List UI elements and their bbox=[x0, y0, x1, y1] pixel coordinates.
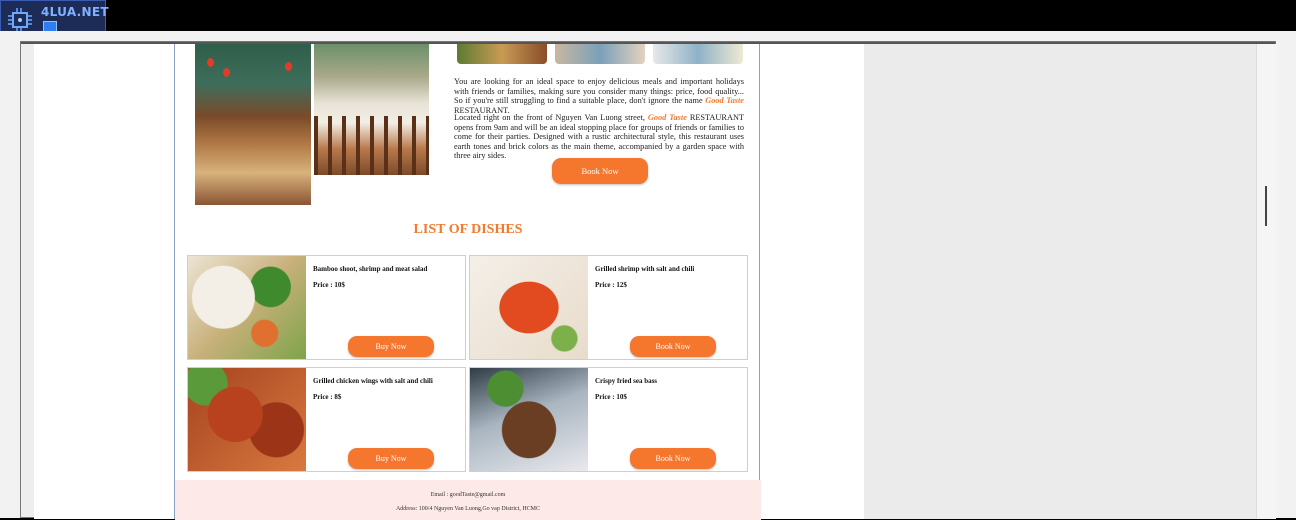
intro-text: You are looking for an ideal space to en… bbox=[454, 77, 744, 106]
page-footer: Email : goodTaste@gmail.com Address: 100… bbox=[175, 480, 761, 520]
scrollbar-track[interactable] bbox=[1256, 44, 1276, 519]
book-now-button[interactable]: Book Now bbox=[552, 158, 648, 184]
buy-now-button[interactable]: Buy Now bbox=[348, 448, 434, 469]
browser-window: You are looking for an ideal space to en… bbox=[20, 41, 1276, 520]
dishes-heading: LIST OF DISHES bbox=[413, 222, 523, 237]
dish-card: Grilled shrimp with salt and chili Price… bbox=[469, 255, 748, 360]
dish-image bbox=[188, 368, 306, 471]
intro-paragraph-1: You are looking for an ideal space to en… bbox=[454, 77, 744, 115]
food-thumbnail bbox=[457, 44, 547, 64]
lantern-shape bbox=[285, 62, 292, 71]
dish-price: Price : 10$ bbox=[313, 281, 345, 289]
lantern-shape bbox=[207, 58, 214, 67]
footer-email: Email : goodTaste@gmail.com bbox=[430, 492, 506, 498]
page-content: You are looking for an ideal space to en… bbox=[174, 44, 761, 520]
intro-text: Located right on the front of Nguyen Van… bbox=[454, 113, 648, 122]
watermark-text: 4LUA.NET bbox=[41, 5, 109, 19]
brand-name: Good Taste bbox=[705, 96, 744, 106]
food-thumbnail bbox=[555, 44, 645, 64]
dish-card: Bamboo shoot, shrimp and meat salad Pric… bbox=[187, 255, 466, 360]
dish-image bbox=[470, 368, 588, 471]
food-thumbnail bbox=[653, 44, 743, 64]
dish-image bbox=[188, 256, 306, 359]
scrollbar-thumb[interactable] bbox=[1265, 186, 1267, 226]
dish-price: Price : 10$ bbox=[595, 393, 627, 401]
top-black-strip bbox=[0, 0, 1296, 31]
lantern-shape bbox=[223, 68, 230, 77]
dish-name: Crispy fried sea bass bbox=[595, 377, 658, 385]
dish-image bbox=[470, 256, 588, 359]
right-empty-panel bbox=[864, 44, 1256, 519]
book-now-button[interactable]: Book Now bbox=[630, 336, 716, 357]
chairs-shape bbox=[314, 116, 429, 175]
book-now-button[interactable]: Book Now bbox=[630, 448, 716, 469]
dish-card: Crispy fried sea bass Price : 10$ Book N… bbox=[469, 367, 748, 472]
intro-paragraph-2: Located right on the front of Nguyen Van… bbox=[454, 113, 744, 161]
dish-name: Grilled shrimp with salt and chili bbox=[595, 265, 695, 273]
buy-now-button[interactable]: Buy Now bbox=[348, 336, 434, 357]
dish-name: Grilled chicken wings with salt and chil… bbox=[313, 377, 433, 385]
dish-card: Grilled chicken wings with salt and chil… bbox=[187, 367, 466, 472]
browser-frame: You are looking for an ideal space to en… bbox=[0, 31, 1296, 520]
restaurant-interior-photo-1 bbox=[195, 44, 311, 205]
footer-address: Address: 100/4 Nguyen Van Luong,Go vap D… bbox=[395, 506, 541, 512]
dish-price: Price : 12$ bbox=[595, 281, 627, 289]
dish-name: Bamboo shoot, shrimp and meat salad bbox=[313, 265, 428, 273]
web-page: You are looking for an ideal space to en… bbox=[34, 44, 864, 520]
dish-price: Price : 8$ bbox=[313, 393, 342, 401]
brand-name: Good Taste bbox=[647, 113, 687, 122]
restaurant-interior-photo-2 bbox=[314, 44, 429, 175]
